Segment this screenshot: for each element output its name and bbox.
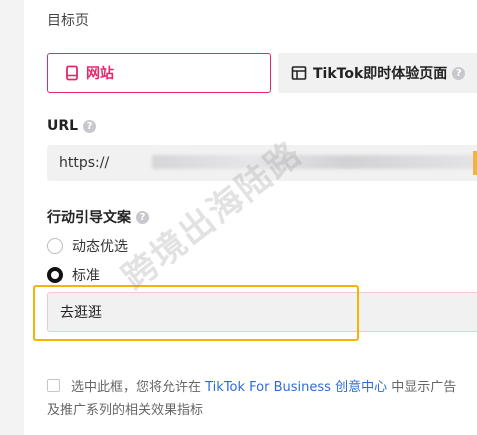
consent-text-before: 选中此框，您将允许在	[71, 380, 206, 395]
url-blurred-text	[152, 155, 477, 169]
layout-icon	[291, 66, 307, 80]
mobile-icon	[66, 65, 78, 81]
cta-option-dynamic[interactable]: 动态优选	[47, 236, 128, 256]
consent-text-line2: 及推广系列的相关效果指标	[47, 403, 204, 418]
help-icon[interactable]: ?	[452, 66, 466, 80]
radio-button[interactable]	[47, 238, 63, 254]
highlight-annotation-box	[33, 285, 359, 341]
cta-option-label: 动态优选	[72, 239, 128, 255]
help-icon[interactable]: ?	[83, 119, 97, 133]
cta-label-row: 行动引导文案 ?	[47, 207, 149, 227]
cta-option-label: 标准	[72, 268, 100, 284]
url-field-edge	[473, 151, 477, 175]
url-label: URL	[47, 118, 79, 134]
consent-checkbox[interactable]	[47, 379, 60, 392]
destination-tiktok-label: TikTok即时体验页面	[313, 66, 448, 82]
url-value: https://	[59, 155, 110, 171]
destination-title: 目标页	[47, 13, 89, 29]
destination-website-option[interactable]: 网站	[47, 53, 271, 93]
creative-center-link[interactable]: TikTok For Business 创意中心	[205, 380, 387, 395]
consent-checkbox-row[interactable]: 选中此框，您将允许在 TikTok For Business 创意中心 中显示广…	[47, 376, 456, 422]
url-input[interactable]: https://	[47, 145, 477, 181]
destination-website-label: 网站	[86, 66, 114, 82]
cta-option-standard[interactable]: 标准	[47, 265, 100, 285]
consent-text-after: 中显示广告	[387, 380, 457, 395]
url-label-row: URL ?	[47, 118, 97, 134]
radio-button-selected[interactable]	[47, 267, 63, 283]
help-icon[interactable]: ?	[136, 210, 149, 224]
destination-tiktok-instant-page-option[interactable]: TikTok即时体验页面 ?	[278, 53, 477, 93]
cta-label: 行动引导文案	[47, 210, 131, 226]
